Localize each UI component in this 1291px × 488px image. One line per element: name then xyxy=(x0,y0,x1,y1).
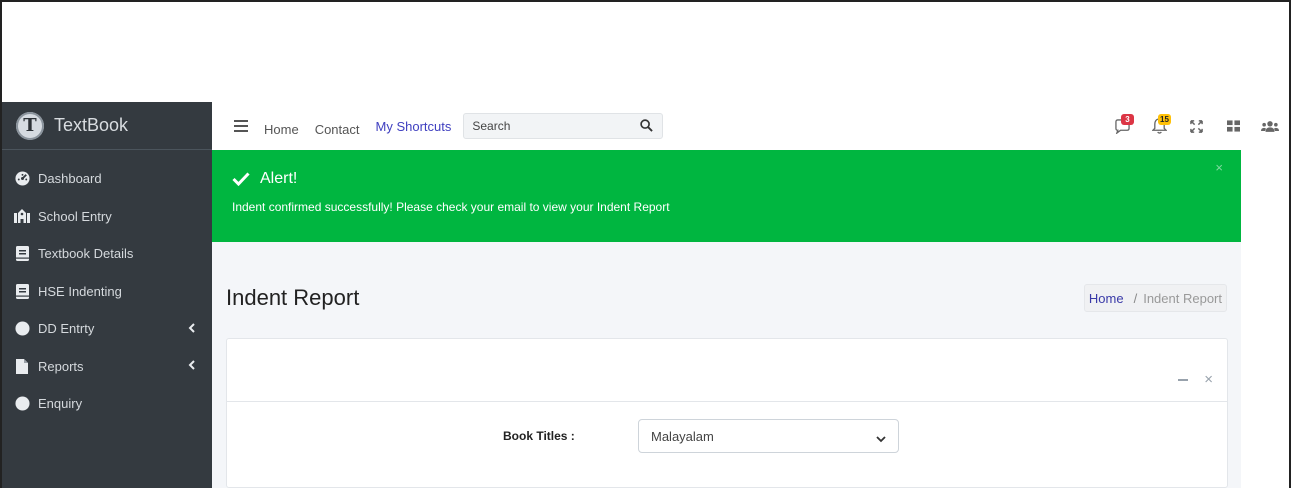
dashboard-icon xyxy=(14,171,30,187)
top-blank-area xyxy=(2,2,1289,102)
sidebar-item-textbook-details[interactable]: Textbook Details xyxy=(2,235,212,273)
sidebar: T TextBook Dashboard School Entry Textbo… xyxy=(2,102,212,488)
book-titles-row: Book Titles : Malayalam xyxy=(227,419,1227,453)
sidebar-item-school-entry[interactable]: School Entry xyxy=(2,198,212,236)
messages-icon[interactable]: 3 xyxy=(1109,113,1135,139)
chevron-left-icon xyxy=(188,359,196,373)
brand-logo-icon: T xyxy=(16,111,44,140)
sidebar-item-label: Reports xyxy=(38,358,84,374)
book-titles-selected-value: Malayalam xyxy=(651,428,714,444)
sidebar-item-label: Textbook Details xyxy=(38,246,134,262)
alert-title: Alert! xyxy=(260,170,298,187)
breadcrumb: Home / Indent Report xyxy=(1083,284,1227,312)
sidebar-item-label: Enquiry xyxy=(38,396,83,412)
brand-logo-letter: T xyxy=(23,114,37,136)
brand-name: TextBook xyxy=(54,115,129,135)
book-titles-select[interactable]: Malayalam xyxy=(638,419,899,453)
top-navbar: Home Contact My Shortcuts 3 15 xyxy=(212,102,1289,150)
sidebar-item-label: DD Entrty xyxy=(38,321,95,337)
circle-icon xyxy=(14,321,30,337)
collapse-icon[interactable] xyxy=(1178,378,1189,381)
navbar-right-icons: 3 15 xyxy=(1098,102,1289,150)
sidebar-item-dd-entry[interactable]: DD Entrty xyxy=(2,310,212,348)
sidebar-item-hse-indenting[interactable]: HSE Indenting xyxy=(2,273,212,311)
card-tools: × xyxy=(1178,371,1213,388)
chevron-left-icon xyxy=(188,322,196,336)
alert-heading: Alert! xyxy=(232,170,1221,188)
messages-badge: 3 xyxy=(1121,114,1134,125)
report-card: × Book Titles : Malayalam xyxy=(226,338,1228,488)
school-icon xyxy=(14,208,30,224)
brand-link[interactable]: T TextBook xyxy=(2,102,212,150)
alert-close-button[interactable]: × xyxy=(1215,160,1223,175)
menu-toggle-icon[interactable] xyxy=(234,120,248,132)
notifications-badge: 15 xyxy=(1158,114,1171,125)
page-title: Indent Report xyxy=(226,285,360,310)
card-close-icon[interactable]: × xyxy=(1204,371,1213,388)
book-titles-label: Book Titles : xyxy=(503,429,575,443)
users-icon[interactable] xyxy=(1257,113,1283,139)
nav-shortcuts-link[interactable]: My Shortcuts xyxy=(376,119,452,134)
sidebar-item-reports[interactable]: Reports xyxy=(2,348,212,386)
breadcrumb-current: Indent Report xyxy=(1143,290,1222,306)
bell-icon[interactable]: 15 xyxy=(1146,113,1172,139)
grid-icon[interactable] xyxy=(1220,113,1246,139)
success-alert: Alert! Indent confirmed successfully! Pl… xyxy=(212,150,1241,242)
book-icon xyxy=(14,283,30,299)
fullscreen-icon[interactable] xyxy=(1183,113,1209,139)
alert-message: Indent confirmed successfully! Please ch… xyxy=(232,200,670,214)
card-header: × xyxy=(227,339,1227,402)
breadcrumb-home-link[interactable]: Home xyxy=(1089,291,1124,306)
sidebar-item-label: School Entry xyxy=(38,208,112,224)
sidebar-item-enquiry[interactable]: Enquiry xyxy=(2,385,212,423)
search-box xyxy=(463,113,664,139)
breadcrumb-separator: / xyxy=(1133,290,1138,306)
sidebar-item-label: HSE Indenting xyxy=(38,283,122,299)
book-icon xyxy=(14,246,30,262)
content-wrapper: Alert! Indent confirmed successfully! Pl… xyxy=(212,150,1241,488)
nav-home-link[interactable]: Home xyxy=(264,122,299,137)
chevron-down-icon xyxy=(876,431,886,443)
search-input[interactable] xyxy=(472,119,641,133)
circle-icon xyxy=(14,396,30,412)
search-icon[interactable] xyxy=(640,119,654,133)
sidebar-item-label: Dashboard xyxy=(38,171,102,187)
check-icon xyxy=(232,172,250,187)
file-icon xyxy=(14,358,30,374)
nav-contact-link[interactable]: Contact xyxy=(315,122,360,137)
sidebar-nav: Dashboard School Entry Textbook Details … xyxy=(2,150,212,423)
sidebar-item-dashboard[interactable]: Dashboard xyxy=(2,160,212,198)
